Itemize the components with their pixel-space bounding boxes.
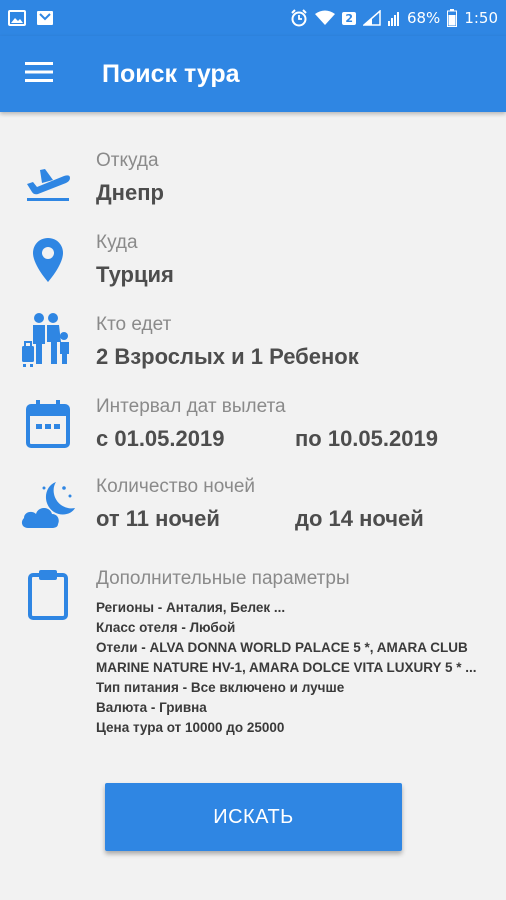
menu-icon[interactable] (25, 61, 53, 87)
plane-departure-icon (20, 154, 76, 210)
search-button[interactable]: ИСКАТЬ (105, 783, 402, 851)
location-pin-icon (20, 232, 76, 288)
from-row[interactable]: Откуда Днепр (0, 148, 506, 218)
battery-icon (447, 9, 458, 27)
signal-icon (362, 10, 381, 26)
alarm-icon (290, 9, 308, 27)
extra-params-label: Дополнительные параметры (96, 568, 350, 589)
travelers-row[interactable]: Кто едет 2 Взрослых и 1 Ребенок (0, 312, 506, 382)
clock: 1:50 (464, 9, 498, 27)
list-item: Отели - ALVA DONNA WORLD PALACE 5 *, AMA… (96, 640, 477, 675)
date-to-value[interactable]: по 10.05.2019 (295, 426, 438, 452)
page-title: Поиск тура (102, 59, 240, 88)
menu-button[interactable] (10, 46, 68, 102)
dates-label: Интервал дат вылета (96, 396, 286, 417)
wifi-icon (315, 10, 336, 26)
travelers-value: 2 Взрослых и 1 Ребенок (96, 344, 359, 369)
list-item: Регионы - Анталия, Белек ... (96, 600, 286, 615)
app-bar: Поиск тура (0, 36, 506, 112)
family-icon (20, 312, 76, 368)
to-row[interactable]: Куда Турция (0, 230, 506, 300)
signal-icon (387, 10, 400, 26)
travelers-label: Кто едет (96, 314, 172, 335)
from-label: Откуда (96, 150, 159, 171)
notification-icon (36, 10, 54, 26)
to-label: Куда (96, 232, 138, 253)
dates-row[interactable]: Интервал дат вылета с 01.05.2019 по 10.0… (0, 394, 506, 464)
nights-label: Количество ночей (96, 476, 256, 497)
list-item: Тип питания - Все включено и лучше (96, 680, 345, 695)
calendar-icon (20, 396, 76, 452)
nights-row[interactable]: Количество ночей от 11 ночей до 14 ночей (0, 474, 506, 544)
to-value: Турция (96, 262, 174, 287)
from-value: Днепр (96, 180, 164, 205)
date-from-value[interactable]: с 01.05.2019 (96, 426, 224, 452)
moon-cloud-icon (20, 478, 76, 534)
sim-badge: 2 (342, 11, 356, 25)
battery-percent: 68% (406, 9, 441, 27)
gallery-icon (8, 10, 26, 26)
list-item: Класс отеля - Любой (96, 620, 236, 635)
list-item: Цена тура от 10000 до 25000 (96, 720, 285, 735)
nights-to-value[interactable]: до 14 ночей (295, 506, 424, 532)
extra-params-list: Регионы - Анталия, Белек ... Класс отеля… (96, 598, 496, 738)
status-bar: 2 68% 1:50 (0, 0, 506, 36)
clipboard-icon (20, 566, 76, 622)
list-item: Валюта - Гривна (96, 700, 207, 715)
nights-from-value[interactable]: от 11 ночей (96, 506, 220, 532)
